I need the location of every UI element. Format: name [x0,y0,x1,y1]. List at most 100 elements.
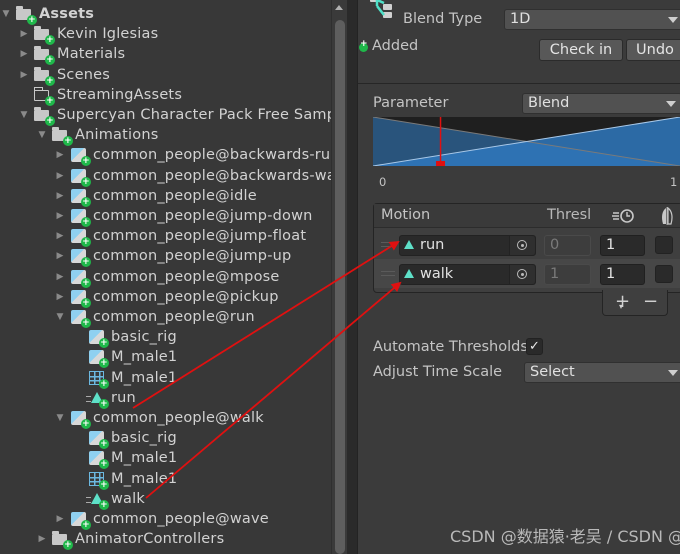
drag-handle-icon[interactable] [381,271,395,276]
project-scrollbar[interactable] [331,0,347,554]
project-tree-item[interactable]: ▶ + common_people@pickup [54,287,279,308]
project-tree-item-label: basic_rig [111,329,177,346]
parameter-value: Blend [528,95,570,111]
expand-arrow-right-icon[interactable]: ▶ [54,210,66,222]
project-tree-item[interactable]: ▶ + common_people@jump-down [54,206,313,227]
undo-button[interactable]: Undo [626,39,680,61]
panel-splitter[interactable] [347,0,358,554]
mirror-checkbox[interactable] [655,265,673,283]
motion-object-field[interactable]: run [399,235,536,256]
motion-row: walk 1 1 [374,259,680,288]
project-tree-item[interactable]: ▼ + common_people@run [54,307,255,328]
project-tree-item[interactable]: + M_male1 [72,469,177,490]
object-picker-icon[interactable] [509,236,535,255]
project-tree-item[interactable]: ▶ + common_people@jump-float [54,226,307,248]
expand-arrow-down-icon[interactable]: ▼ [54,412,66,424]
remove-motion-button[interactable]: − [643,291,658,312]
project-tree-item-label: basic_rig [111,430,177,447]
blend-type-dropdown[interactable]: 1D [504,9,680,30]
motion-object-field[interactable]: walk [399,264,536,285]
blend-type-label: Blend Type [403,11,483,27]
project-tree-item-label: common_people@walk [93,410,264,426]
project-tree-item[interactable]: ▼ + Supercyan Character Pack Free Samp [18,105,331,126]
expand-arrow-right-icon[interactable]: ▶ [36,533,48,545]
blend-graph[interactable] [373,117,680,166]
project-tree-item[interactable]: + basic_rig [72,327,177,349]
project-tree-item[interactable]: ▶ + common_people@backwards-run [54,145,331,167]
project-tree-item[interactable]: + M_male1 [72,448,177,470]
project-tree-item-label: common_people@jump-float [93,228,307,245]
expand-arrow-right-icon[interactable]: ▶ [54,149,66,161]
scroll-up-arrow-icon[interactable] [335,5,343,10]
clock-speed-icon [612,209,634,223]
parameter-dropdown[interactable]: Blend [522,93,680,114]
project-tree-item[interactable]: + basic_rig [72,428,177,450]
project-tree-item[interactable]: ▶ + common_people@mpose [54,267,280,288]
chevron-down-icon [668,370,678,376]
folder-icon: + [34,66,55,86]
project-tree-item-label: common_people@jump-down [93,208,313,224]
project-tree-item-label: common_people@backwards-wa [93,167,331,184]
project-tree-item[interactable]: + walk [72,489,145,510]
animation-clip-icon [404,269,414,278]
threshold-field[interactable]: 1 [544,264,591,285]
object-picker-icon[interactable] [509,265,535,284]
mirror-checkbox[interactable] [655,236,673,254]
automate-thresholds-checkbox[interactable]: ✓ [526,338,543,355]
project-tree-item[interactable]: + M_male1 [72,368,177,389]
expand-arrow-right-icon[interactable]: ▶ [54,230,66,242]
animation-clip-icon: + [86,491,109,510]
project-tree-item[interactable]: ▼ + Assets [0,4,94,25]
project-tree-item[interactable]: ▶ + Kevin Iglesias [18,24,159,46]
project-tree-item-label: common_people@wave [93,511,269,527]
project-tree-item-label: Materials [57,46,126,63]
project-tree-item[interactable]: ▼ + common_people@walk [54,408,264,429]
project-tree-item-label: Scenes [57,66,110,83]
project-tree-item[interactable]: ▶ + common_people@idle [54,186,257,207]
expand-arrow-right-icon[interactable]: ▶ [18,69,30,81]
expand-arrow-down-icon[interactable]: ▼ [54,311,66,323]
expand-arrow-right-icon[interactable]: ▶ [54,291,66,303]
expand-arrow-down-icon[interactable]: ▼ [36,129,48,141]
chevron-down-icon [666,101,676,107]
check-in-button[interactable]: Check in [539,39,623,61]
expand-arrow-right-icon[interactable]: ▶ [54,513,66,525]
project-tree-item[interactable]: + run [72,388,136,409]
expand-arrow-down-icon[interactable]: ▼ [0,8,12,20]
time-scale-field[interactable]: 1 [600,235,645,256]
project-tree-item-label: Kevin Iglesias [57,26,159,43]
threshold-field[interactable]: 0 [544,235,591,256]
motion-name: run [420,237,445,253]
expand-arrow-right-icon[interactable]: ▶ [54,190,66,202]
adjust-time-scale-dropdown[interactable]: Select [524,362,680,383]
project-tree-item[interactable]: + M_male1 [72,347,177,369]
expand-arrow-right-icon[interactable]: ▶ [54,271,66,283]
project-tree-item[interactable]: ▶ + common_people@jump-up [54,246,291,268]
model-icon: + [70,248,91,268]
project-tree-item-label: common_people@mpose [93,268,280,285]
project-tree-item[interactable]: ▶ + AnimatorControllers [36,529,224,551]
project-tree-item[interactable]: ▶ + common_people@wave [54,509,269,530]
project-tree-item[interactable]: + StreamingAssets [18,85,182,106]
project-tree-item[interactable]: ▼ + Animations [36,125,158,147]
expand-arrow-right-icon[interactable]: ▶ [54,250,66,262]
expand-arrow-right-icon[interactable]: ▶ [18,48,30,60]
project-tree-item-label: common_people@pickup [93,288,279,305]
expand-arrow-right-icon[interactable]: ▶ [54,170,66,182]
time-scale-field[interactable]: 1 [600,264,645,285]
current-value-handle [436,161,446,166]
project-tree-item[interactable]: ▶ + common_people@backwards-wa [54,166,331,187]
expand-arrow-right-icon[interactable]: ▶ [18,28,30,40]
project-tree-item[interactable]: ▶ + Scenes [18,65,110,86]
folder-icon: + [34,46,55,66]
drag-handle-icon[interactable] [381,242,395,247]
project-tree-item[interactable]: ▶ + Materials [18,44,126,66]
scroll-thumb[interactable] [335,20,345,554]
project-tree-item-label: Supercyan Character Pack Free Samp [57,107,331,123]
expand-arrow-down-icon[interactable]: ▼ [18,109,30,121]
